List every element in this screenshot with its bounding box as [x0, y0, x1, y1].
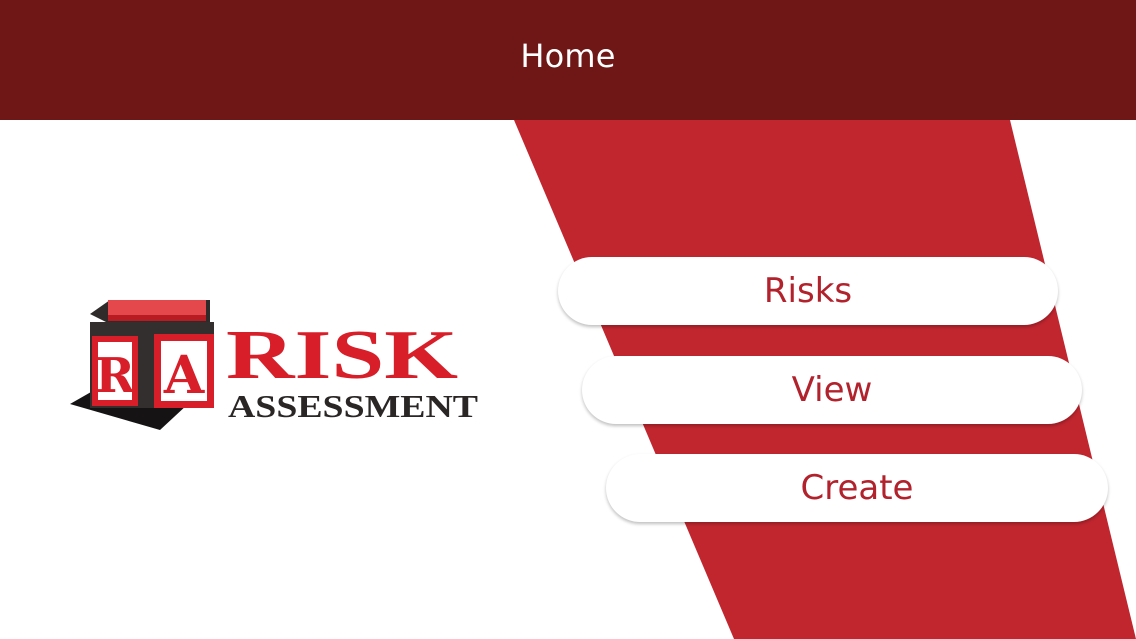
app-bar: Home — [0, 0, 1136, 120]
risk-assessment-logo: R A RISK ASSESSMENT — [70, 300, 478, 430]
cube-letter-a: A — [163, 345, 205, 406]
page-title: Home — [520, 37, 616, 75]
home-content: R A RISK ASSESSMENT Risks View Create — [0, 120, 1136, 639]
logo-word-assessment: ASSESSMENT — [228, 388, 478, 424]
view-button[interactable]: View — [582, 356, 1082, 424]
cube-letter-r: R — [95, 348, 136, 404]
logo-word-risk: RISK — [226, 317, 458, 394]
risks-button[interactable]: Risks — [558, 257, 1058, 325]
create-button[interactable]: Create — [606, 454, 1108, 522]
